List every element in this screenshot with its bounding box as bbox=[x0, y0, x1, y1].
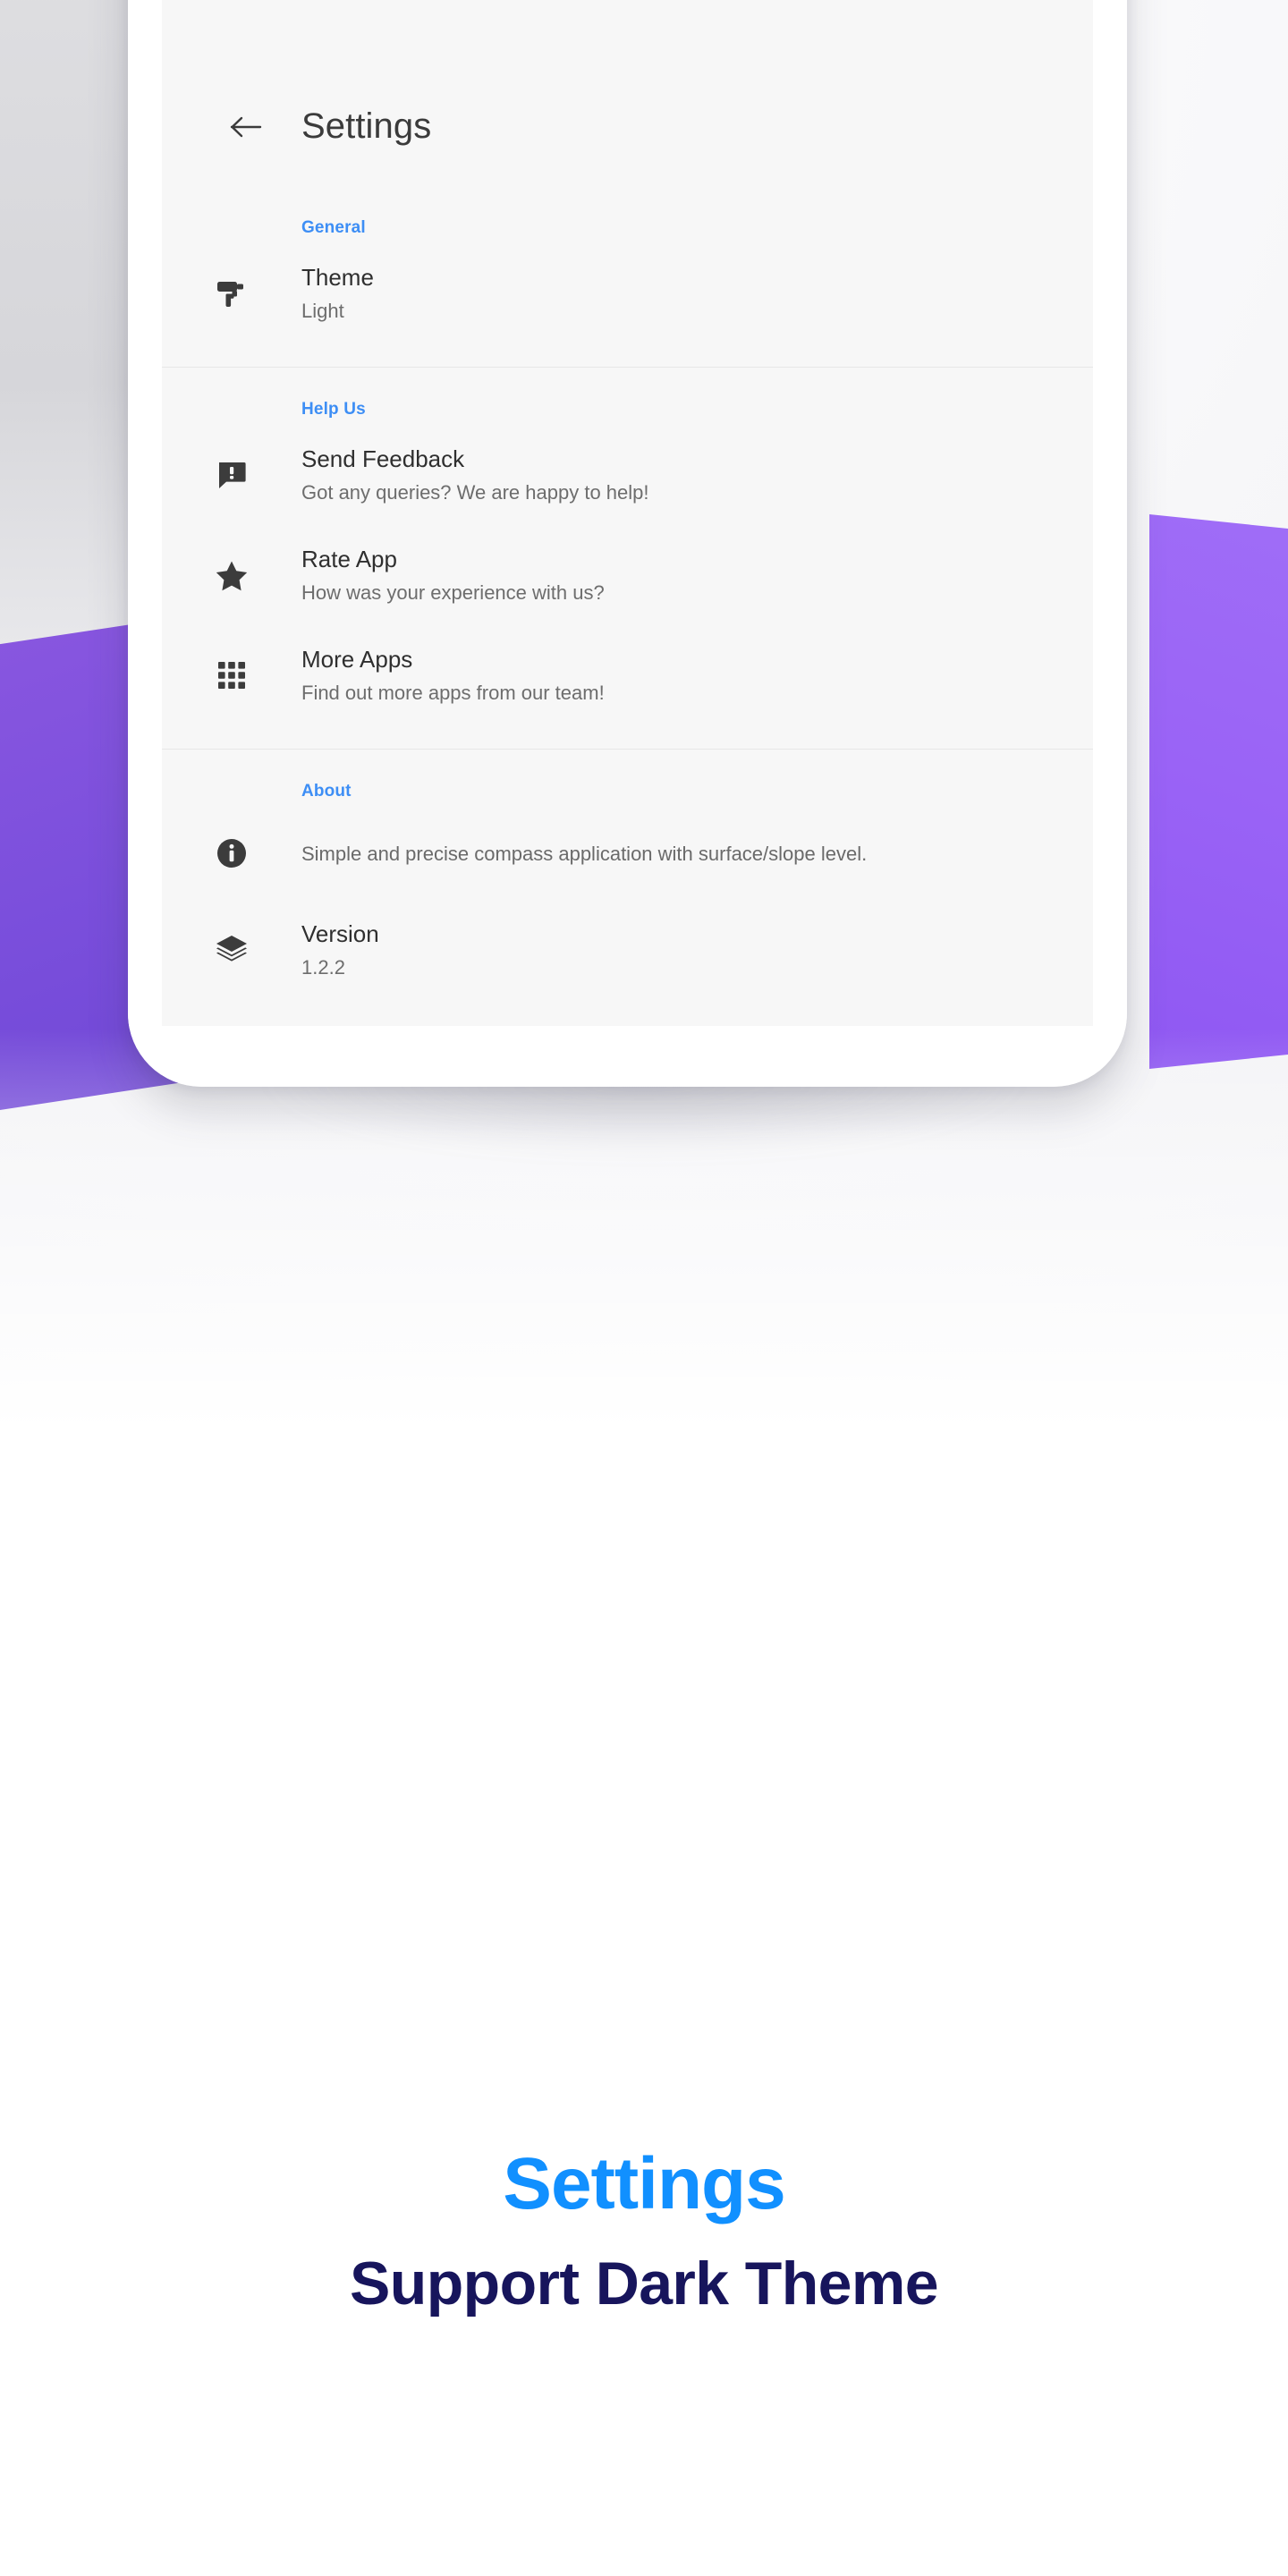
row-title: Send Feedback bbox=[301, 445, 465, 473]
bottom-white-wash bbox=[0, 1029, 1288, 2576]
paint-roller-icon bbox=[162, 275, 301, 311]
section-header-about: About bbox=[301, 782, 352, 801]
phone-mockup: Settings General Theme Light Help Us Sen… bbox=[128, 0, 1127, 1087]
back-button[interactable] bbox=[203, 114, 289, 140]
layers-icon bbox=[162, 932, 301, 968]
section-about: About Simple and precise compass applica… bbox=[162, 749, 1093, 1026]
gray-accent-shape bbox=[0, 0, 143, 662]
phone-screen: Settings General Theme Light Help Us Sen… bbox=[162, 0, 1093, 1026]
settings-row-app-description: Simple and precise compass application w… bbox=[162, 807, 1093, 900]
settings-row-more-apps[interactable]: More Apps Find out more apps from our te… bbox=[162, 625, 1093, 725]
row-subtitle: Simple and precise compass application w… bbox=[301, 842, 868, 865]
info-icon bbox=[162, 835, 301, 871]
row-title: Theme bbox=[301, 264, 374, 291]
settings-row-send-feedback[interactable]: Send Feedback Got any queries? We are ha… bbox=[162, 425, 1093, 525]
section-help-us: Help Us Send Feedback Got any queries? W… bbox=[162, 367, 1093, 750]
row-subtitle: Got any queries? We are happy to help! bbox=[301, 480, 649, 504]
settings-row-theme[interactable]: Theme Light bbox=[162, 243, 1093, 343]
settings-row-privacy-policy[interactable]: Privacy Policy bbox=[162, 1000, 1093, 1026]
settings-row-version: Version 1.2.2 bbox=[162, 900, 1093, 1000]
row-subtitle: Light bbox=[301, 299, 344, 322]
row-subtitle: Find out more apps from our team! bbox=[301, 681, 605, 704]
row-subtitle: How was your experience with us? bbox=[301, 580, 605, 604]
section-general: General Theme Light bbox=[162, 186, 1093, 368]
star-icon bbox=[162, 557, 301, 593]
apps-grid-icon bbox=[162, 657, 301, 693]
feedback-icon bbox=[162, 457, 301, 493]
section-header-general: General bbox=[301, 218, 366, 237]
promo-caption: Settings Support Dark Theme bbox=[0, 2147, 1288, 2316]
arrow-left-icon bbox=[230, 114, 262, 140]
section-header-help-us: Help Us bbox=[301, 400, 366, 419]
row-subtitle: 1.2.2 bbox=[301, 955, 345, 979]
settings-row-rate-app[interactable]: Rate App How was your experience with us… bbox=[162, 525, 1093, 625]
caption-line-1: Settings bbox=[503, 2143, 785, 2224]
purple-accent-shape-right bbox=[1149, 514, 1288, 1069]
row-title: Version bbox=[301, 920, 379, 948]
row-title: More Apps bbox=[301, 646, 413, 674]
caption-line-2: Support Dark Theme bbox=[350, 2249, 939, 2318]
page-title: Settings bbox=[301, 106, 432, 146]
app-bar: Settings bbox=[162, 0, 1093, 186]
row-title: Rate App bbox=[301, 546, 397, 573]
